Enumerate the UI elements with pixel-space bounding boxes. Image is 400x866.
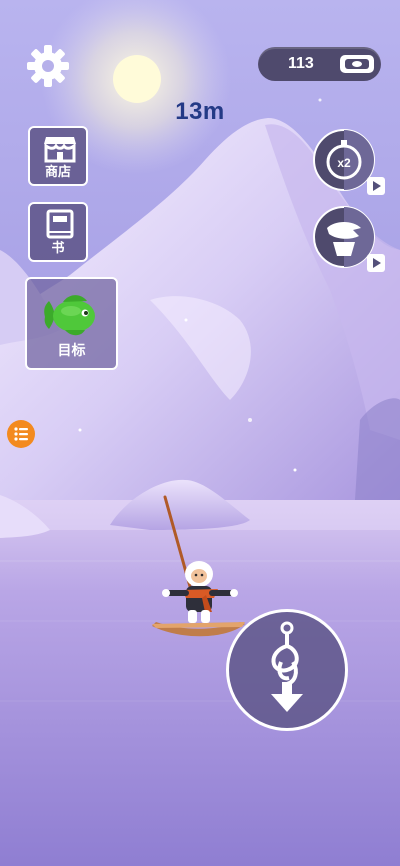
watch-ad-icon <box>367 177 385 195</box>
game-scene: 113 13m 商店 书 目标 x2 <box>0 0 400 866</box>
watch-ad-icon <box>367 254 385 272</box>
bait-boost-button[interactable] <box>313 206 385 272</box>
goal-button[interactable]: 目标 <box>25 277 118 370</box>
book-label: 书 <box>51 240 65 255</box>
book-button[interactable]: 书 <box>28 202 88 262</box>
book-icon <box>46 209 74 239</box>
list-icon <box>14 427 28 441</box>
settings-gear-icon[interactable] <box>24 42 72 90</box>
speed-boost-button[interactable]: x2 <box>313 129 385 195</box>
list-button[interactable] <box>7 420 35 448</box>
goal-label: 目标 <box>57 342 86 358</box>
cash-icon <box>340 55 374 73</box>
stopwatch-icon: x2 <box>313 129 375 191</box>
multiplier-text: x2 <box>337 156 351 170</box>
fish-icon <box>44 295 95 336</box>
shop-label: 商店 <box>44 164 71 179</box>
anchor-rope-arrow-icon <box>271 621 303 712</box>
depth-indicator: 13m <box>175 98 225 125</box>
coin-count: 113 <box>288 55 314 72</box>
drop-line-button[interactable] <box>226 609 348 731</box>
storefront-icon <box>44 137 76 163</box>
coin-counter: 113 <box>258 47 381 81</box>
shop-button[interactable]: 商店 <box>28 126 88 186</box>
bait-icon <box>313 206 375 268</box>
